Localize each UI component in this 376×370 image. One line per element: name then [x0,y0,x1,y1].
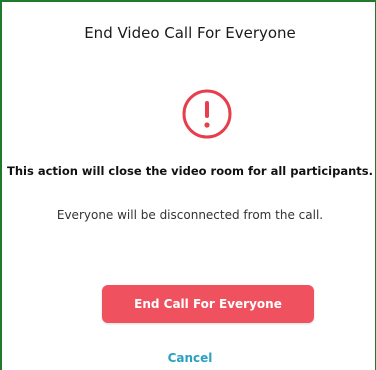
end-call-for-everyone-button[interactable]: End Call For Everyone [102,285,314,323]
dialog-title: End Video Call For Everyone [84,24,296,42]
warning-circle-icon [182,89,232,139]
warning-subtext: Everyone will be disconnected from the c… [56,208,324,222]
cancel-link[interactable]: Cancel [2,351,376,365]
warning-headline: This action will close the video room fo… [7,164,373,178]
end-call-dialog: End Video Call For Everyone This action … [0,0,376,370]
